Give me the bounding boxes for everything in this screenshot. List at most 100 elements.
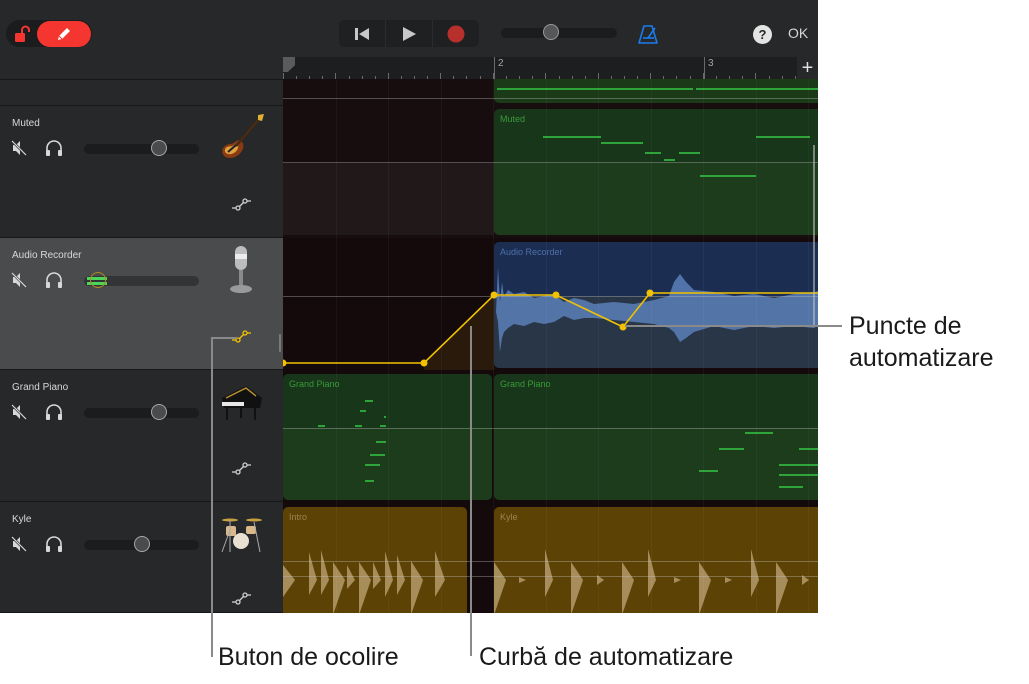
grid-line [650,79,652,613]
garageband-tracks-view: ? OK 1 2 3 + Muted [0,0,818,613]
master-volume-knob[interactable] [543,24,559,40]
region-grand-piano-2[interactable]: Grand Piano [494,374,818,500]
note [779,486,803,488]
track-header-muted[interactable]: Muted [0,106,283,238]
mute-icon[interactable] [11,140,27,156]
volume-knob[interactable] [90,272,106,288]
lane-muted: Muted [283,106,818,238]
automation-line [283,576,818,577]
record-icon [447,25,465,42]
callout-bypass-button: Buton de ocolire [218,643,399,671]
bar-number: 2 [498,58,504,69]
note [679,152,700,154]
grid-line [493,79,494,613]
region-lower-half [494,428,818,500]
headphones-icon[interactable] [45,139,63,157]
automation-bypass-icon[interactable] [230,460,254,478]
pencil-button[interactable] [37,21,91,47]
callout-automation-points-1: Puncte de [849,312,962,340]
note [699,470,718,472]
mute-icon[interactable] [11,404,27,420]
region-muted[interactable]: Muted [494,109,818,235]
ok-button[interactable]: OK [788,25,808,41]
track-name: Muted [12,118,40,129]
play-button[interactable] [386,20,433,47]
timeline-ruler[interactable]: 1 2 3 [283,57,797,79]
note [384,416,386,418]
headphones-icon[interactable] [45,403,63,421]
grid-line [545,79,547,613]
record-button[interactable] [433,20,479,47]
note [696,88,818,90]
region-kyle[interactable]: Kyle [494,507,818,613]
volume-knob[interactable] [134,536,150,552]
metronome-icon[interactable] [637,23,659,45]
automation-point[interactable] [420,359,428,367]
automation-point[interactable] [552,291,560,299]
track-name: Audio Recorder [12,250,82,261]
volume-slider[interactable] [84,404,199,420]
drum-hits [494,549,809,613]
region-label: Muted [500,114,526,124]
unlock-icon[interactable] [14,25,32,43]
automation-bypass-icon[interactable] [230,196,254,214]
note [365,464,380,466]
drum-hits [283,550,445,613]
automation-curve[interactable] [283,238,818,370]
note [360,410,366,412]
automation-bypass-icon[interactable] [230,590,254,608]
volume-slider[interactable] [84,140,199,156]
headphones-icon[interactable] [45,535,63,553]
note [370,454,385,456]
header-spacer [0,79,283,106]
master-volume-slider[interactable] [501,24,617,40]
headphones-icon[interactable] [45,271,63,289]
automation-point[interactable] [490,291,498,299]
volume-knob[interactable] [151,404,167,420]
track-header-kyle[interactable]: Kyle [0,502,283,613]
automation-line [283,98,818,99]
drum-kit-icon [221,518,262,553]
grand-piano-icon [222,386,262,420]
mute-icon[interactable] [11,272,27,288]
tracks-area[interactable]: Muted Audio Recorder Grand Piano Grand P… [283,79,818,613]
grid-line [440,79,442,613]
track-name: Grand Piano [12,382,69,393]
region-intro[interactable]: Intro [283,507,467,613]
leader-line-curve [470,326,472,656]
help-button[interactable]: ? [753,25,772,44]
callout-automation-curve: Curbă de automatizare [479,643,734,671]
lane-grand-piano: Grand Piano Grand Piano [283,370,818,502]
volume-slider[interactable] [84,536,199,552]
grid-line [808,79,809,613]
volume-knob[interactable] [151,140,167,156]
note [318,425,325,427]
scroll-indicator[interactable] [813,145,815,325]
volume-slider[interactable] [84,272,199,288]
lane-kyle: Intro Kyle [283,502,818,613]
bar-number: 3 [708,58,714,69]
note [700,175,756,177]
skip-back-icon [355,27,369,40]
grid-line [598,79,599,613]
note [645,152,661,154]
lane-audio-recorder: Audio Recorder [283,238,818,370]
track-header-grand-piano[interactable]: Grand Piano [0,370,283,502]
note [543,136,601,138]
track-header-audio-recorder[interactable]: Audio Recorder [0,238,283,370]
note [497,88,693,90]
note [756,136,810,138]
pencil-icon [58,28,70,40]
add-section-button[interactable]: + [797,57,818,79]
note [601,142,643,144]
bass-guitar-icon [222,114,264,158]
mute-icon[interactable] [11,536,27,552]
note [779,464,818,466]
region-top[interactable] [494,79,818,103]
go-to-beginning-button[interactable] [339,20,386,47]
lane-top [283,79,818,106]
track-headers: Muted Audio Recorder Grand Piano Kyle [0,79,283,613]
note [380,425,386,427]
automation-point[interactable] [283,359,287,367]
bar-line [494,57,495,79]
